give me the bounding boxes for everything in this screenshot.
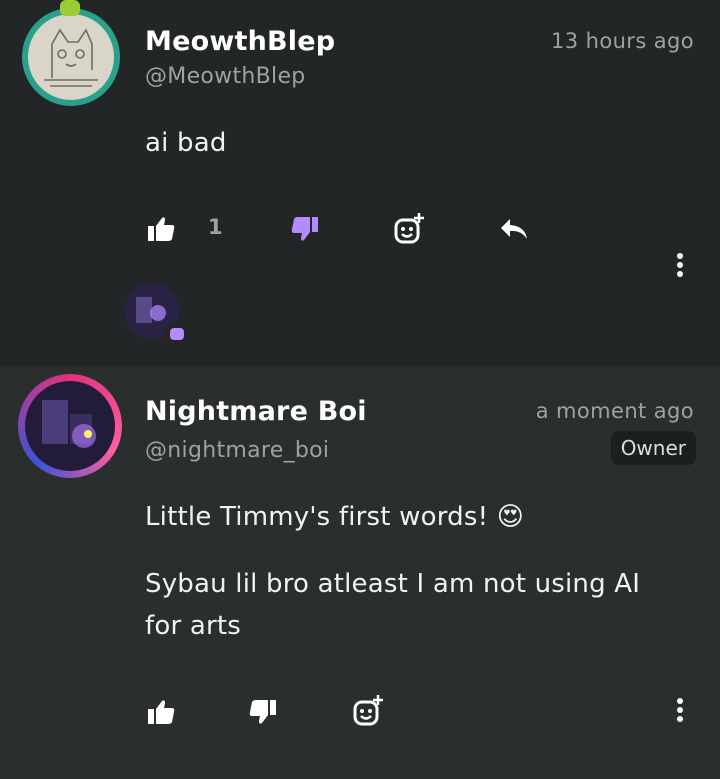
- reply-icon: [501, 219, 527, 239]
- thumbs-down-icon: [249, 700, 276, 724]
- comment-text-line-2: for arts: [145, 611, 241, 641]
- like-button[interactable]: [144, 212, 178, 246]
- more-options-icon: [677, 253, 683, 277]
- thumbs-down-icon: [291, 217, 318, 241]
- thumbs-up-icon: [148, 700, 175, 724]
- owner-badge: Owner: [610, 431, 696, 465]
- add-reaction-button[interactable]: [349, 692, 387, 730]
- dislike-button[interactable]: [288, 212, 322, 246]
- like-count: 1: [208, 215, 223, 239]
- like-button[interactable]: [144, 695, 178, 729]
- more-options-icon: [677, 698, 683, 722]
- avatar-nightmare-boi[interactable]: [18, 374, 122, 478]
- author-handle: @nightmare_boi: [145, 438, 330, 463]
- author-handle: @MeowthBlep: [145, 64, 306, 89]
- thumbs-up-icon: [148, 217, 175, 241]
- comment-text: Little Timmy's first words! 😍: [145, 502, 525, 532]
- avatar-top-badge: [60, 0, 80, 16]
- timestamp: 13 hours ago: [551, 29, 694, 53]
- more-options-button[interactable]: [668, 250, 692, 280]
- reply-button[interactable]: [497, 212, 531, 246]
- more-options-button[interactable]: [668, 695, 692, 725]
- reply-indicator-icon: [164, 321, 190, 347]
- dislike-button[interactable]: [246, 695, 280, 729]
- author-name[interactable]: MeowthBlep: [145, 26, 335, 57]
- add-reaction-button[interactable]: [390, 210, 428, 248]
- comment-meowthblep: MeowthBlep @MeowthBlep 13 hours ago ai b…: [0, 0, 720, 366]
- avatar-meowthblep[interactable]: [22, 8, 120, 106]
- timestamp: a moment ago: [535, 399, 694, 423]
- add-reaction-icon: [394, 213, 424, 244]
- comment-text: ai bad: [145, 128, 227, 158]
- author-name[interactable]: Nightmare Boi: [145, 396, 367, 427]
- add-reaction-icon: [353, 695, 383, 726]
- comment-text-line-1: Sybau lil bro atleast I am not using AI: [145, 569, 641, 599]
- comment-nightmare-boi: Nightmare Boi @nightmare_boi a moment ag…: [0, 366, 720, 779]
